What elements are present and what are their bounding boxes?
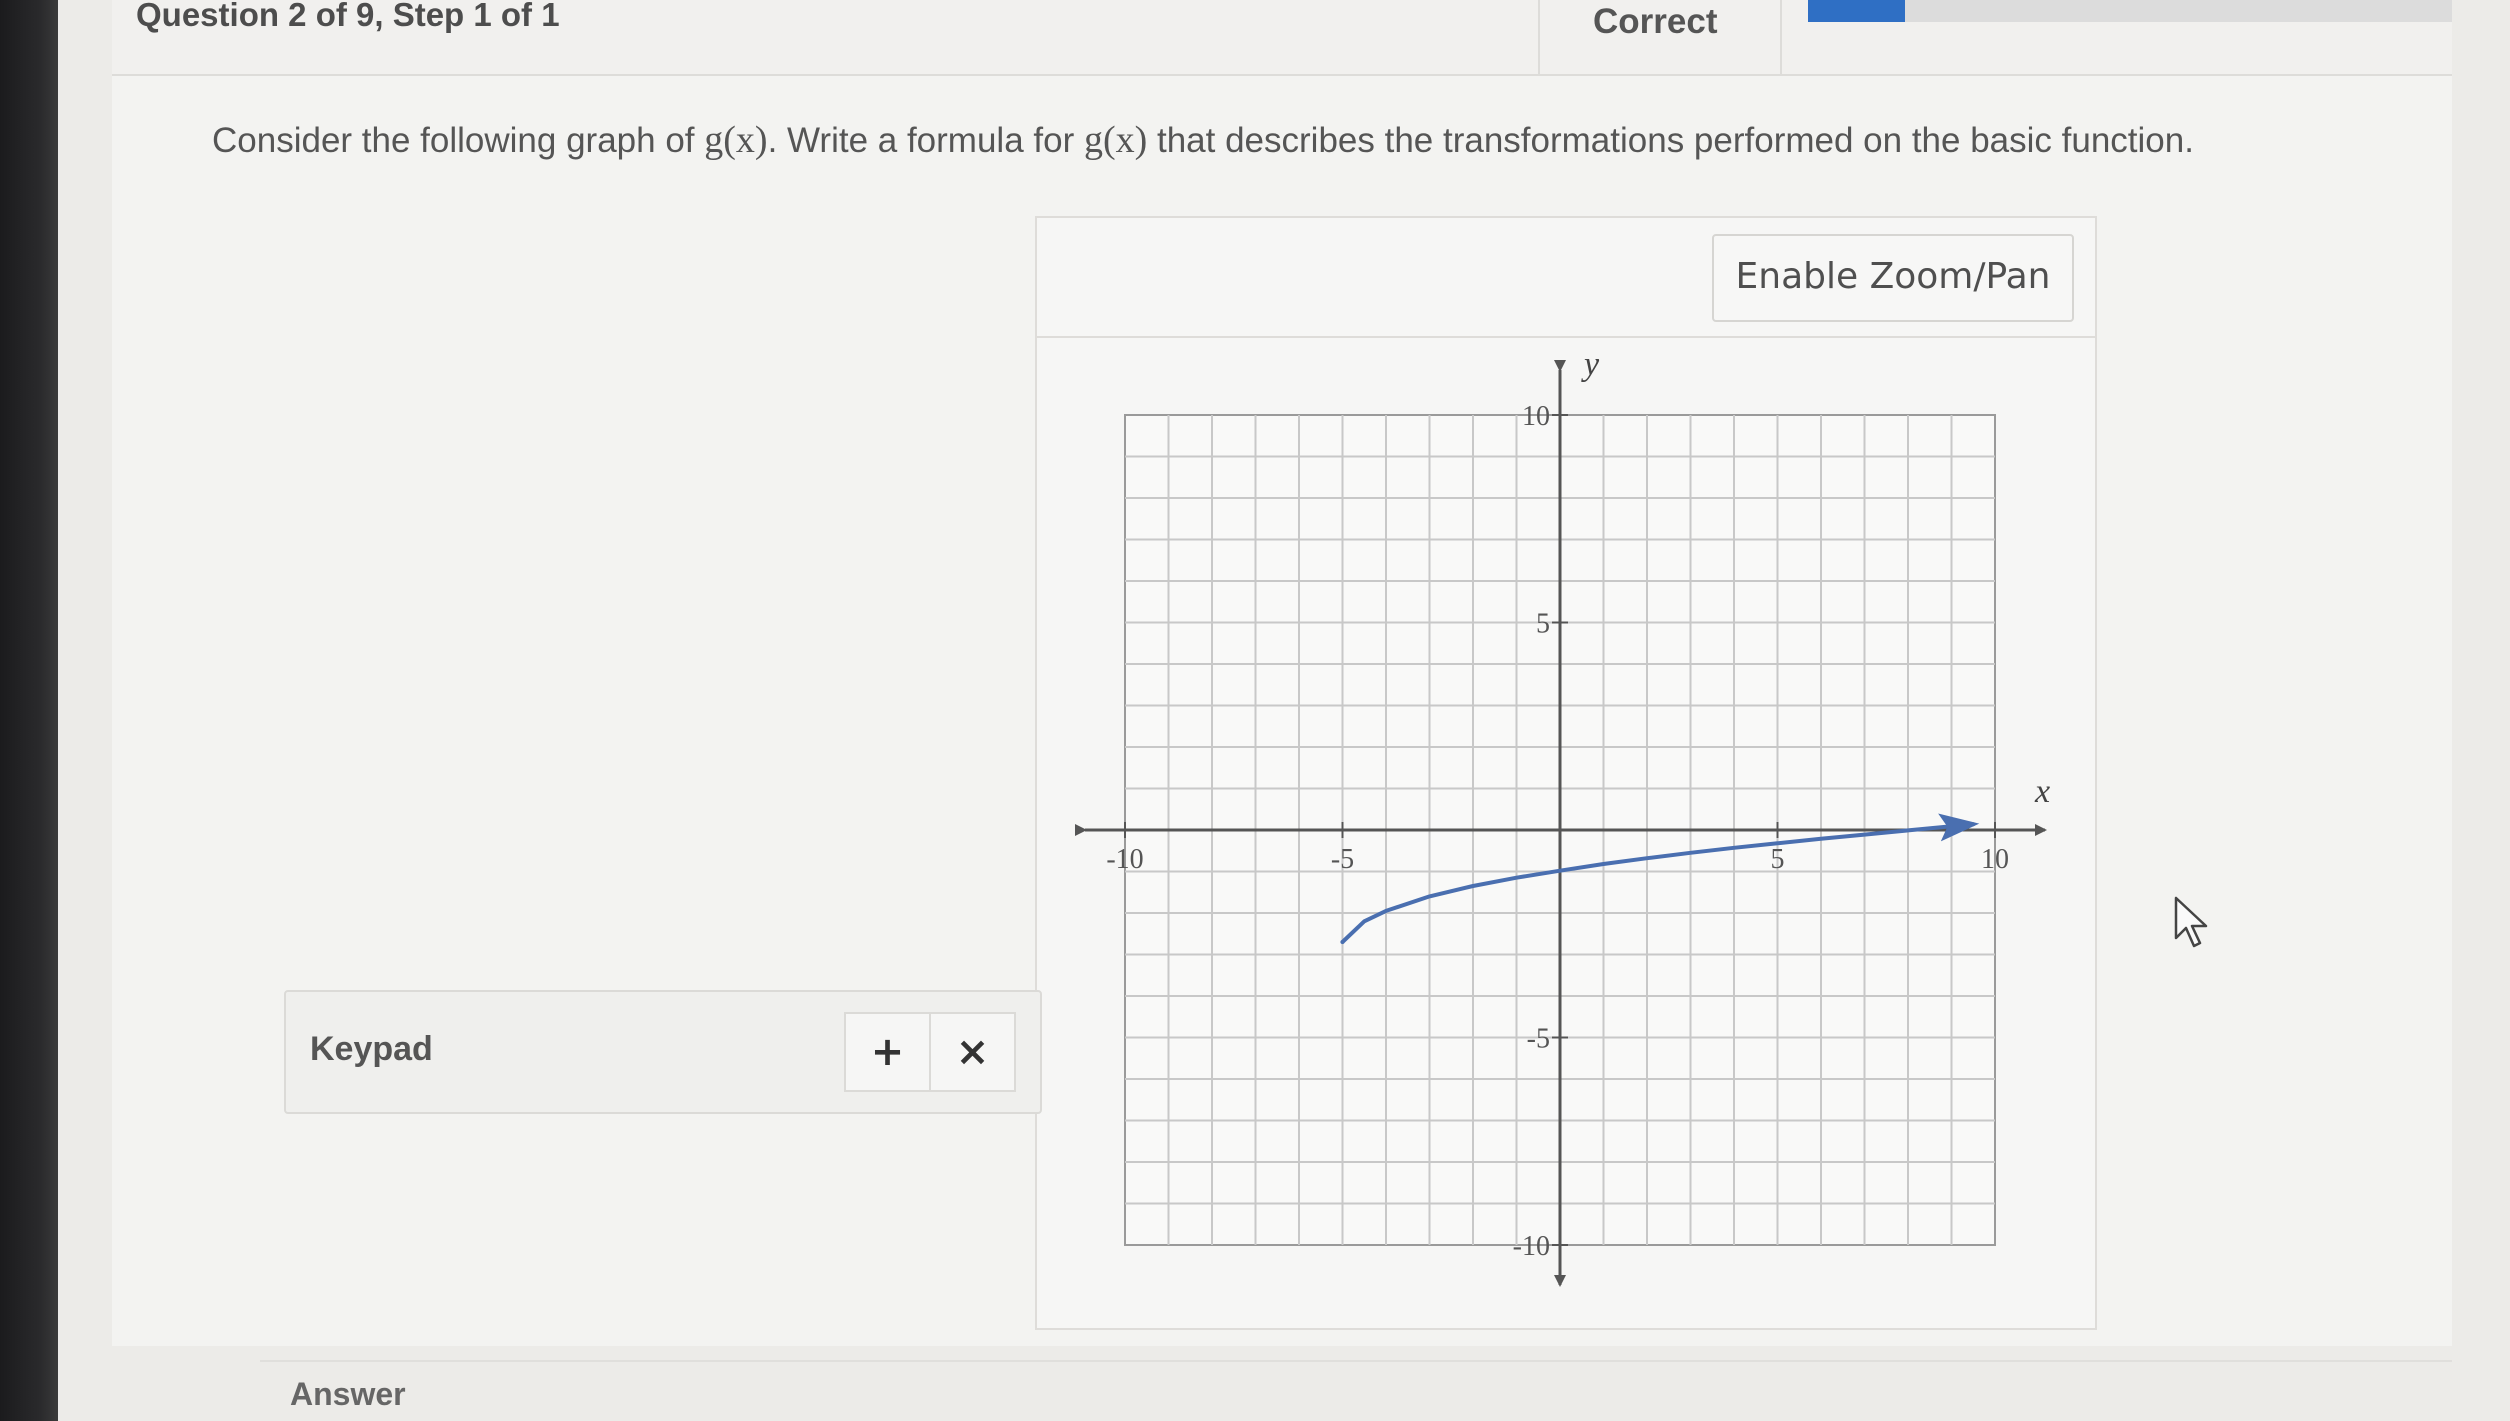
x-tick-label: 5 (1771, 844, 1785, 875)
y-tick-label: 10 (1522, 401, 1550, 432)
progress-bar (1808, 0, 2452, 22)
question-prompt: Consider the following graph of g(x). Wr… (212, 118, 2412, 162)
prompt-function-1: g(x) (704, 119, 768, 161)
answer-label: Answer (290, 1376, 406, 1412)
x-tick-label: 10 (1981, 844, 2009, 875)
keypad-controls: + × (844, 1012, 1016, 1092)
prompt-text-2: . Write a formula for (767, 121, 1084, 160)
section-divider (260, 1360, 2452, 1362)
curve-start-point (1340, 940, 1345, 945)
keypad-expand-button[interactable]: + (846, 1014, 931, 1090)
y-tick-label: -5 (1527, 1024, 1550, 1055)
x-tick-label: -5 (1331, 844, 1354, 875)
keypad-label: Keypad (310, 1030, 433, 1068)
x-axis-label: x (2034, 773, 2050, 810)
progress-bar-fill (1808, 0, 1905, 22)
coordinate-graph: x y -10 -5 5 10 10 5 -5 -10 (1075, 346, 2050, 1287)
x-tick-label: -10 (1106, 844, 1143, 875)
monitor-bezel (0, 0, 58, 1421)
question-step-label: Question 2 of 9, Step 1 of 1 (136, 0, 560, 33)
prompt-text-3: that describes the transformations perfo… (1147, 121, 2194, 160)
mouse-cursor-icon (2174, 896, 2208, 948)
y-axis-label: y (1581, 346, 1600, 383)
prompt-text-1: Consider the following graph of (212, 121, 705, 160)
enable-zoom-pan-button[interactable]: Enable Zoom/Pan (1712, 234, 2074, 322)
y-tick-label: 5 (1536, 609, 1550, 640)
status-correct-label: Correct (1593, 2, 1718, 41)
y-tick-label: -10 (1513, 1231, 1550, 1262)
keypad-close-button[interactable]: × (931, 1014, 1014, 1090)
prompt-function-2: g(x) (1083, 119, 1148, 161)
